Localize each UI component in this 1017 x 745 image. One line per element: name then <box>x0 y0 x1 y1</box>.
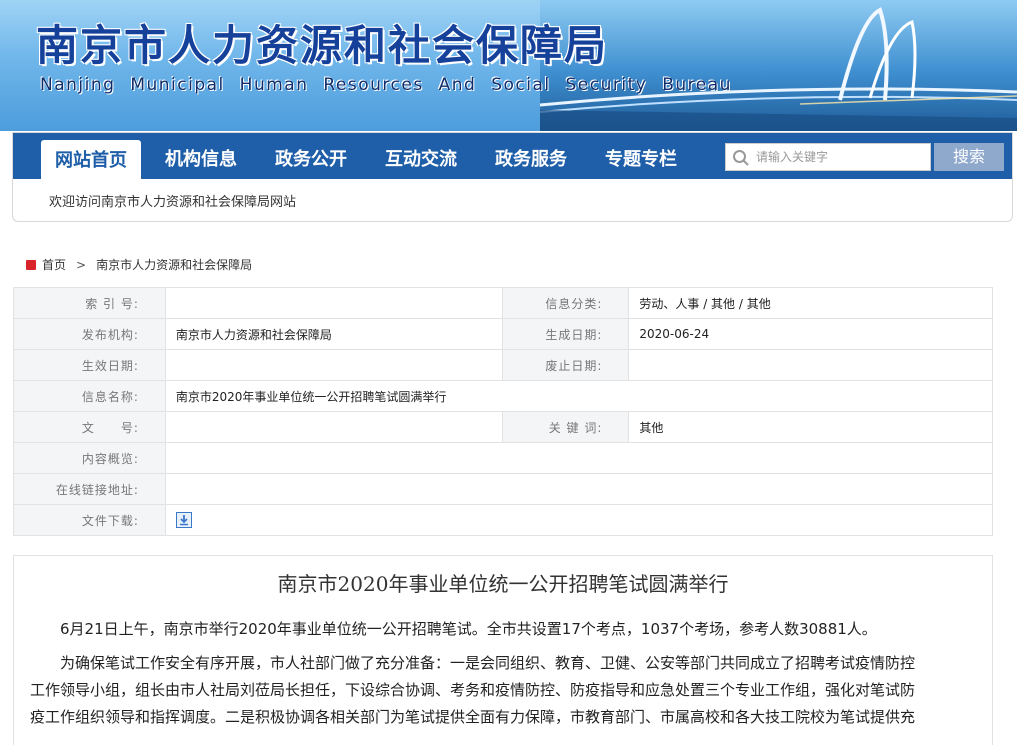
article-paragraph-2-line-3: 疫工作组织领导和指挥调度。二是积极协调各相关部门为笔试提供全面有力保障，市教育部… <box>30 708 916 726</box>
nav-item-organization[interactable]: 机构信息 <box>151 133 251 179</box>
table-row: 生效日期: 废止日期: <box>13 349 993 381</box>
table-row: 发布机构: 南京市人力资源和社会保障局 生成日期: 2020-06-24 <box>13 318 993 350</box>
doc-number-value <box>164 411 504 443</box>
info-name-value: 南京市2020年事业单位统一公开招聘笔试圆满举行 <box>164 380 994 412</box>
info-name-label: 信息名称: <box>13 380 166 412</box>
nav-panel: 网站首页 机构信息 政务公开 互动交流 政务服务 专题专栏 搜索 欢迎访问南京市… <box>12 132 1013 222</box>
header-banner: 南京市人力资源和社会保障局 Nanjing Municipal Human Re… <box>0 0 1017 131</box>
table-row: 文 号: 关 键 词: 其他 <box>13 411 993 443</box>
nav-item-services[interactable]: 政务服务 <box>481 133 581 179</box>
info-meta-table: 索 引 号: 信息分类: 劳动、人事 / 其他 / 其他 发布机构: 南京市人力… <box>13 287 994 536</box>
site-title-cn: 南京市人力资源和社会保障局 <box>36 21 609 70</box>
article-title: 南京市2020年事业单位统一公开招聘笔试圆满举行 <box>277 572 729 596</box>
doc-number-label: 文 号: <box>13 411 166 443</box>
publisher-value: 南京市人力资源和社会保障局 <box>164 318 504 350</box>
index-value <box>164 287 504 319</box>
nav-item-special-topics[interactable]: 专题专栏 <box>591 133 691 179</box>
table-row: 索 引 号: 信息分类: 劳动、人事 / 其他 / 其他 <box>13 287 993 319</box>
search-input[interactable] <box>756 148 926 166</box>
article-paragraph-1: 6月21日上午，南京市举行2020年事业单位统一公开招聘笔试。全市共设置17个考… <box>60 620 877 638</box>
effective-label: 生效日期: <box>13 349 166 381</box>
home-icon <box>26 259 36 270</box>
search-icon <box>733 150 749 166</box>
bridge-illustration <box>540 7 1017 131</box>
site-title-en: Nanjing Municipal Human Resources And So… <box>40 75 732 95</box>
keywords-label: 关 键 词: <box>502 411 630 443</box>
expired-value <box>628 349 993 381</box>
category-value: 劳动、人事 / 其他 / 其他 <box>628 287 993 319</box>
keywords-value: 其他 <box>628 411 993 443</box>
main-nav: 网站首页 机构信息 政务公开 互动交流 政务服务 专题专栏 搜索 <box>13 133 1012 179</box>
download-label: 文件下载: <box>13 504 166 536</box>
nav-item-home[interactable]: 网站首页 <box>41 140 141 179</box>
table-row: 文件下载: <box>13 504 994 536</box>
online-link-label: 在线链接地址: <box>13 473 166 505</box>
nav-item-public-affairs[interactable]: 政务公开 <box>261 133 361 179</box>
table-row: 内容概览: <box>13 442 994 474</box>
category-label: 信息分类: <box>502 287 630 319</box>
search-button[interactable]: 搜索 <box>934 143 1004 171</box>
index-label: 索 引 号: <box>13 287 166 319</box>
breadcrumb-separator: > <box>76 257 87 272</box>
summary-value <box>164 442 994 474</box>
article-body: 南京市2020年事业单位统一公开招聘笔试圆满举行 6月21日上午，南京市举行20… <box>13 555 993 745</box>
welcome-text: 欢迎访问南京市人力资源和社会保障局网站 <box>49 195 297 210</box>
effective-value <box>164 349 504 381</box>
created-label: 生成日期: <box>502 318 630 350</box>
breadcrumb-bureau[interactable]: 南京市人力资源和社会保障局 <box>96 256 252 273</box>
publisher-label: 发布机构: <box>13 318 166 350</box>
created-value: 2020-06-24 <box>628 318 993 350</box>
article-paragraph-2-line-2: 工作领导小组，组长由市人社局刘莅局长担任，下设综合协调、考务和疫情防控、防疫指导… <box>30 681 916 699</box>
table-row: 信息名称: 南京市2020年事业单位统一公开招聘笔试圆满举行 <box>13 380 994 412</box>
article-paragraph-2-line-1: 为确保笔试工作安全有序开展，市人社部门做了充分准备：一是会同组织、教育、卫健、公… <box>60 654 916 672</box>
nav-item-interaction[interactable]: 互动交流 <box>371 133 471 179</box>
breadcrumb-home[interactable]: 首页 <box>42 256 66 273</box>
download-icon[interactable] <box>175 512 192 528</box>
summary-label: 内容概览: <box>13 442 166 474</box>
search-box <box>725 143 931 171</box>
table-row: 在线链接地址: <box>13 473 994 505</box>
online-link-value <box>164 473 994 505</box>
download-cell <box>164 504 994 536</box>
breadcrumb: 首页 > 南京市人力资源和社会保障局 <box>26 256 252 273</box>
expired-label: 废止日期: <box>502 349 630 381</box>
